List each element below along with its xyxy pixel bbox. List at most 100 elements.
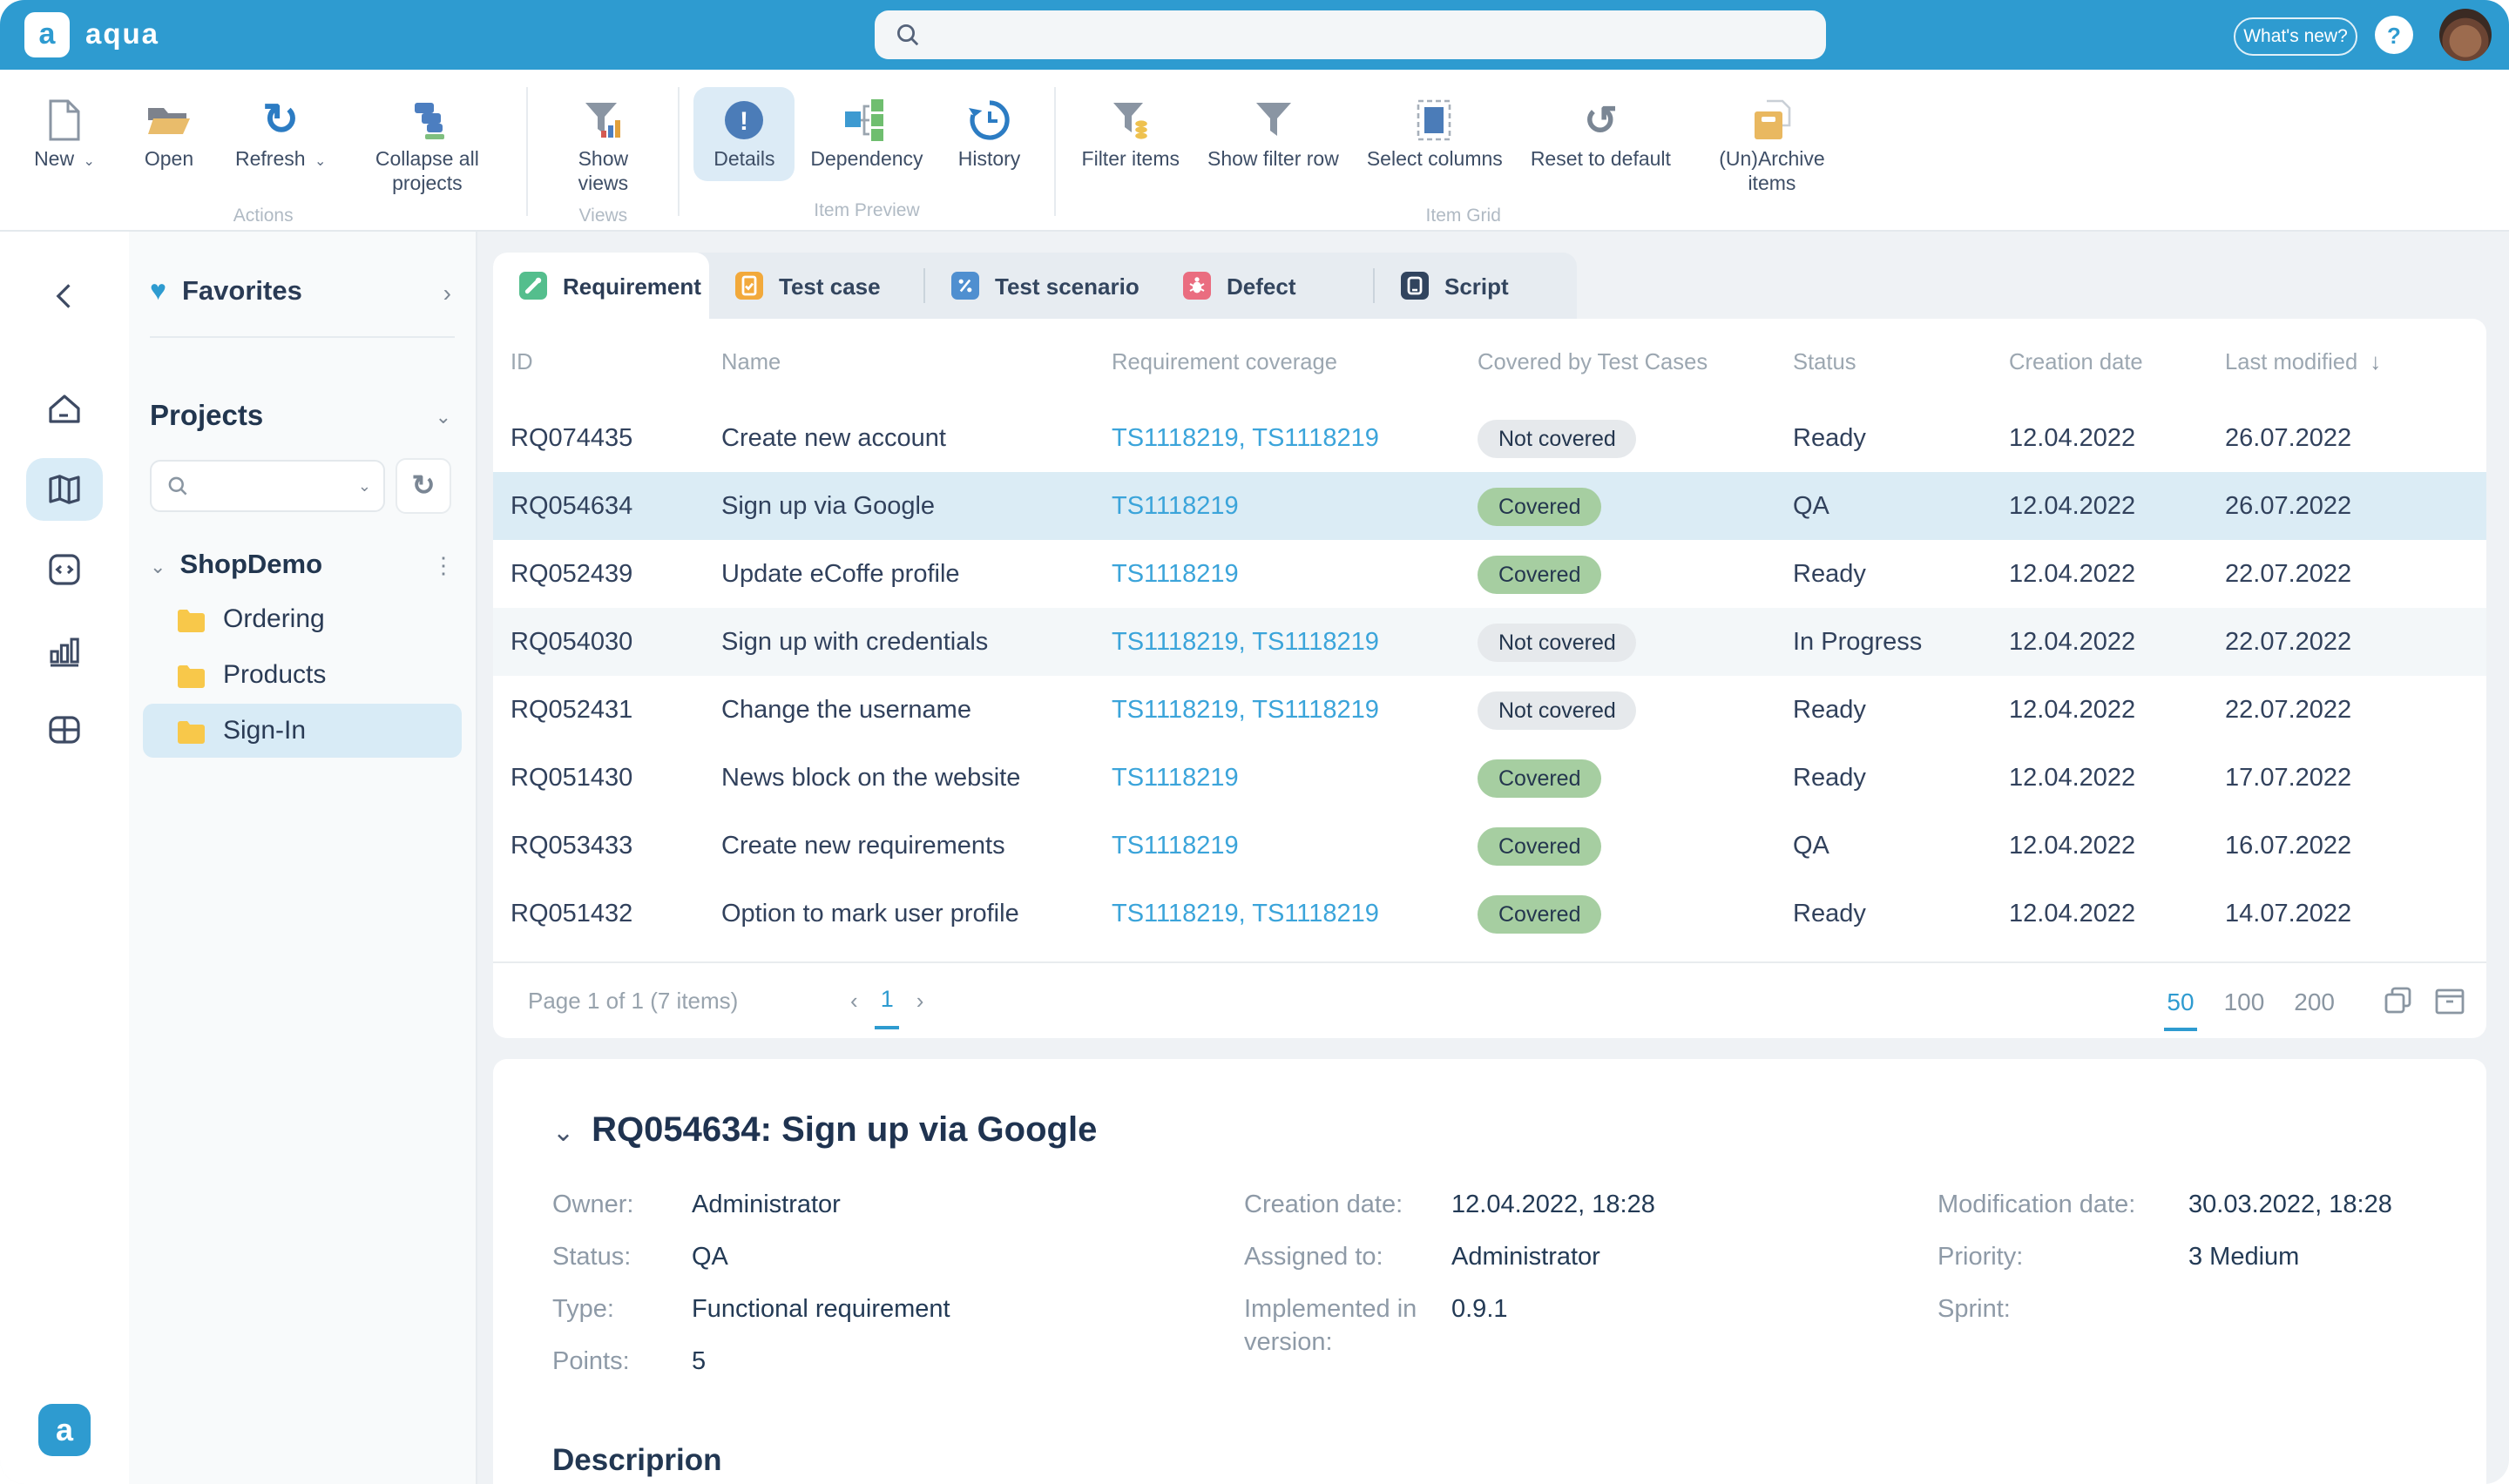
archive-box-icon[interactable] (2434, 987, 2465, 1015)
page-size-200[interactable]: 200 (2294, 987, 2335, 1015)
project-search-input[interactable] (199, 472, 358, 500)
ribbon-group-item-grid: Filter items Show filter row Select colu… (1056, 70, 1871, 230)
page-size-100[interactable]: 100 (2224, 987, 2265, 1015)
search-icon (167, 476, 188, 496)
coverage-links[interactable]: TS1118219 (1112, 492, 1478, 520)
field-sprint: Sprint: (1938, 1293, 2427, 1326)
page-size-50[interactable]: 50 (2167, 987, 2194, 1015)
coverage-links[interactable]: TS1118219, TS1118219 (1112, 696, 1478, 724)
coverage-links[interactable]: TS1118219 (1112, 560, 1478, 588)
show-views-icon (580, 96, 626, 145)
table-row[interactable]: RQ074435Create new account TS1118219, TS… (493, 404, 2486, 472)
reset-to-default-button[interactable]: ↺ Reset to default (1518, 87, 1683, 181)
tree-folder-products[interactable]: Products (143, 648, 462, 702)
tab-script[interactable]: Script (1375, 253, 1577, 319)
avatar[interactable] (2439, 9, 2492, 61)
collapse-all-projects-button[interactable]: Collapse all projects (342, 87, 512, 205)
column-header-created[interactable]: Creation date (2009, 348, 2225, 374)
kebab-menu-icon[interactable]: ⋮ (432, 552, 455, 580)
main-content: Requirement Test case Test scenario Defe (477, 232, 2509, 1484)
folder-icon (176, 718, 206, 743)
whats-new-button[interactable]: What's new? (2234, 17, 2357, 56)
global-search[interactable] (875, 10, 1826, 59)
brand-name: aqua (85, 18, 159, 51)
chevron-down-icon: ⌄ (84, 153, 95, 169)
details-button[interactable]: ! Details (693, 87, 795, 181)
column-header-name[interactable]: Name (721, 348, 1112, 374)
covered-badge: Covered (1478, 759, 1602, 797)
table-row[interactable]: RQ054030Sign up with credentials TS11182… (493, 608, 2486, 676)
table-row[interactable]: RQ054634Sign up via Google TS1118219 Cov… (493, 472, 2486, 540)
open-button[interactable]: Open (118, 87, 220, 181)
test-case-icon (735, 272, 763, 300)
select-columns-button[interactable]: Select columns (1355, 87, 1515, 181)
column-header-modified[interactable]: Last modified↓ (2225, 348, 2469, 374)
copy-icon[interactable] (2384, 986, 2413, 1015)
chevron-down-icon[interactable]: ⌄ (552, 1116, 574, 1147)
project-search[interactable]: ⌄ (150, 460, 385, 512)
column-header-covered[interactable]: Covered by Test Cases (1478, 348, 1793, 374)
column-header-status[interactable]: Status (1793, 348, 2009, 374)
coverage-links[interactable]: TS1118219 (1112, 764, 1478, 792)
archive-items-icon (1749, 96, 1795, 145)
item-detail-card: ⌄ RQ054634: Sign up via Google Owner:Adm… (493, 1059, 2486, 1484)
dependency-icon (842, 96, 891, 145)
nav-dashboard-button[interactable] (26, 698, 103, 761)
aqua-logo-icon: a (24, 12, 70, 57)
history-button[interactable]: History (939, 87, 1040, 181)
show-views-button[interactable]: Show views (542, 87, 664, 205)
next-page-button[interactable]: › (916, 988, 924, 1014)
detail-fields: Owner:Administrator Status:QA Type:Funct… (552, 1190, 2427, 1398)
heart-icon: ♥ (150, 277, 166, 308)
covered-badge: Not covered (1478, 419, 1637, 457)
tree-node-shopdemo[interactable]: ⌄ ShopDemo ⋮ (150, 542, 455, 590)
tree-folder-ordering[interactable]: Ordering (143, 592, 462, 646)
projects-header[interactable]: Projects ⌄ (150, 401, 451, 434)
project-refresh-button[interactable]: ↻ (396, 458, 451, 514)
help-button[interactable]: ? (2375, 16, 2413, 54)
filter-items-button[interactable]: Filter items (1070, 87, 1192, 181)
nav-reports-button[interactable] (26, 618, 103, 681)
ribbon-group-label: Actions (0, 205, 526, 234)
collapse-sidebar-button[interactable] (49, 280, 80, 312)
table-header: ID Name Requirement coverage Covered by … (493, 319, 2486, 404)
project-tree: ⌄ ShopDemo ⋮ Ordering Products (129, 542, 476, 758)
column-header-coverage[interactable]: Requirement coverage (1112, 348, 1478, 374)
field-type: Type:Functional requirement (552, 1293, 1244, 1326)
table-row[interactable]: RQ052439Update eCoffe profile TS1118219 … (493, 540, 2486, 608)
chevron-down-icon: ⌄ (150, 555, 166, 577)
test-scenario-icon (951, 272, 979, 300)
tab-test-scenario[interactable]: Test scenario (925, 253, 1157, 319)
tab-test-case[interactable]: Test case (709, 253, 923, 319)
tab-defect[interactable]: Defect (1157, 253, 1373, 319)
coverage-links[interactable]: TS1118219 (1112, 832, 1478, 860)
history-icon (967, 96, 1012, 145)
tree-folder-sign-in[interactable]: Sign-In (143, 704, 462, 758)
table-row[interactable]: RQ051430News block on the website TS1118… (493, 744, 2486, 812)
table-row[interactable]: RQ051432Option to mark user profile TS11… (493, 880, 2486, 948)
column-header-id[interactable]: ID (511, 348, 721, 374)
refresh-button[interactable]: ↻ Refresh ⌄ (223, 87, 338, 181)
unarchive-items-button[interactable]: (Un)Archive items (1687, 87, 1857, 205)
covered-badge: Covered (1478, 826, 1602, 865)
new-button[interactable]: New ⌄ (14, 87, 115, 181)
favorites-header[interactable]: ♥ Favorites › (150, 277, 451, 308)
chevron-down-icon: ⌄ (314, 153, 326, 169)
nav-home-button[interactable] (26, 378, 103, 441)
coverage-links[interactable]: TS1118219, TS1118219 (1112, 424, 1478, 452)
ribbon-group-actions: New ⌄ Open ↻ Refresh ⌄ Collapse all (0, 70, 526, 230)
prev-page-button[interactable]: ‹ (850, 988, 858, 1014)
nav-scripts-button[interactable] (26, 538, 103, 601)
tab-requirement[interactable]: Requirement (493, 253, 709, 319)
items-grid-card: ID Name Requirement coverage Covered by … (493, 319, 2486, 1038)
coverage-links[interactable]: TS1118219, TS1118219 (1112, 900, 1478, 928)
ribbon-group-label: Item Preview (680, 200, 1053, 230)
nav-projects-button[interactable] (26, 458, 103, 521)
page-number[interactable]: 1 (881, 986, 894, 1015)
table-row[interactable]: RQ053433Create new requirements TS111821… (493, 812, 2486, 880)
coverage-links[interactable]: TS1118219, TS1118219 (1112, 628, 1478, 656)
table-row[interactable]: RQ052431Change the username TS1118219, T… (493, 676, 2486, 744)
search-input[interactable] (934, 20, 1826, 50)
dependency-button[interactable]: Dependency (798, 87, 935, 181)
show-filter-row-button[interactable]: Show filter row (1195, 87, 1351, 181)
